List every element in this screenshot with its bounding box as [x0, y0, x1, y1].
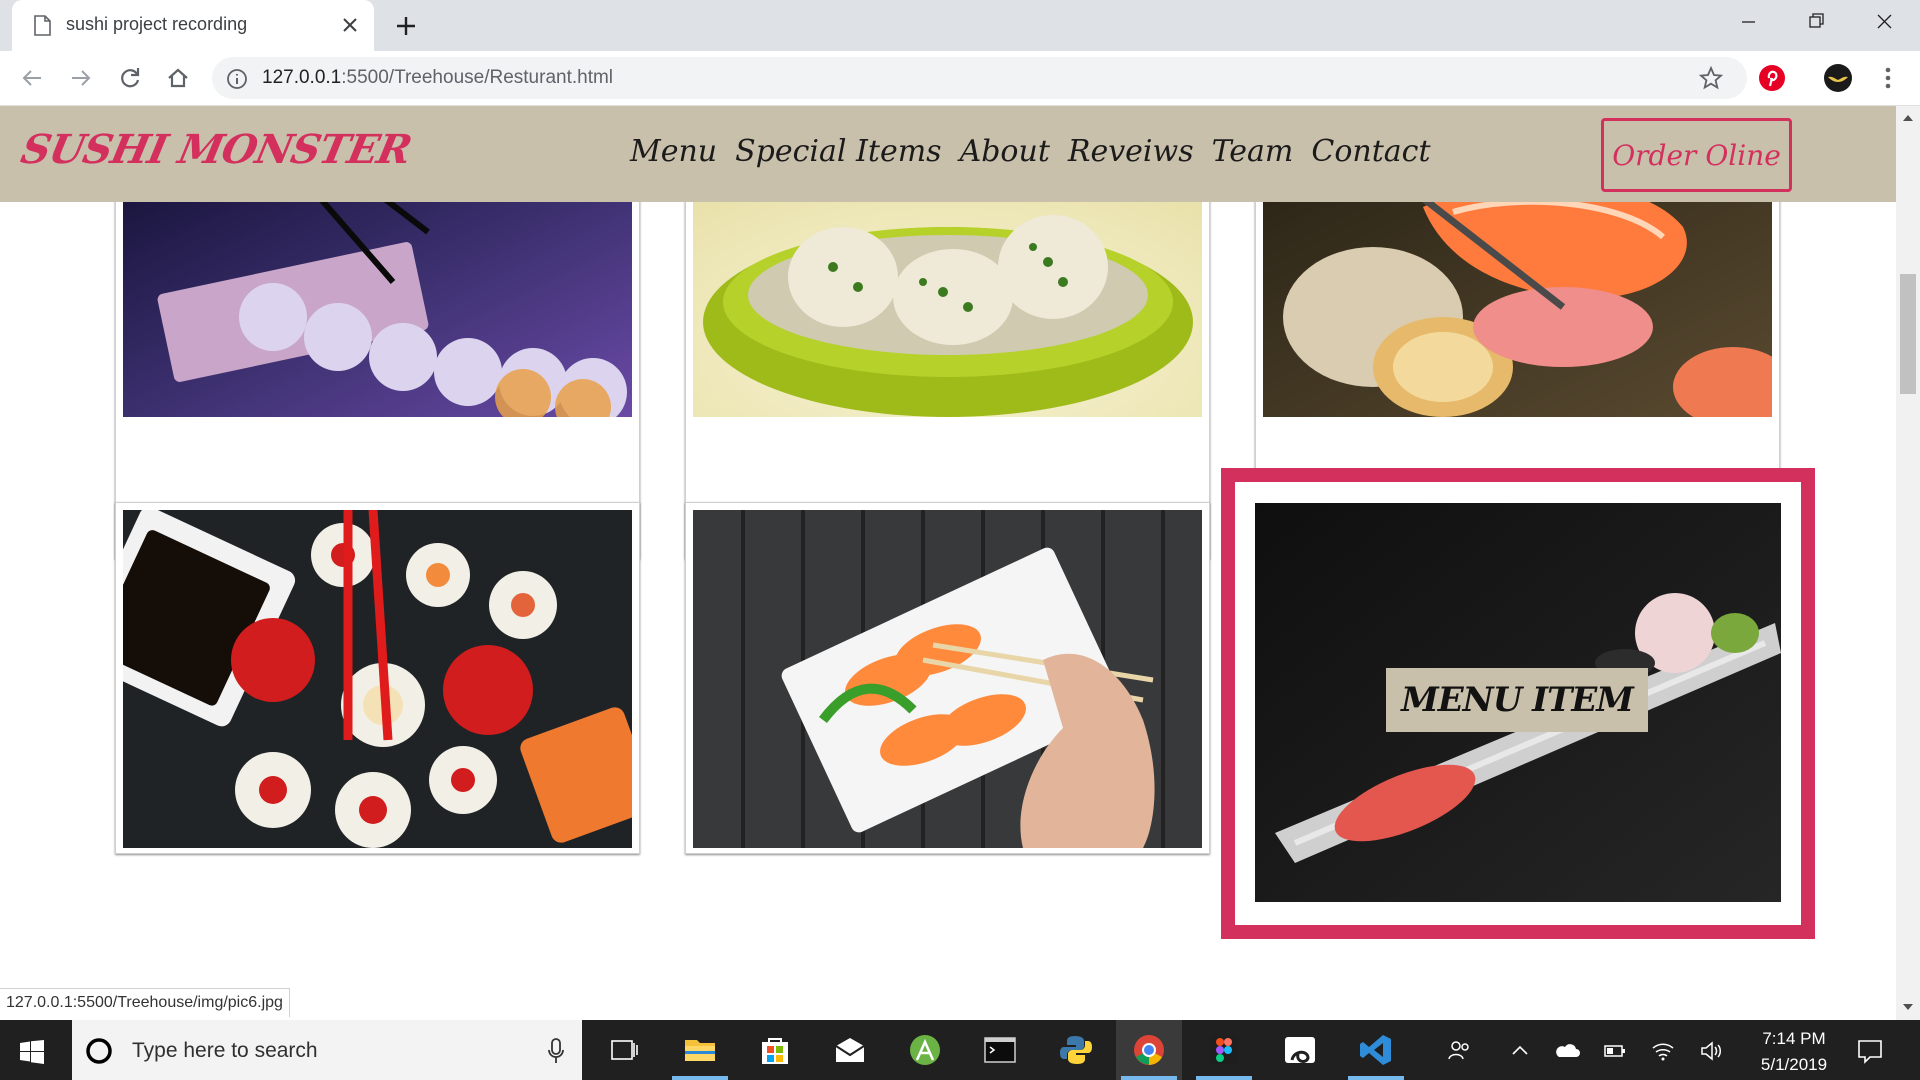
sushi-plate-hand-image — [693, 510, 1202, 848]
pinterest-icon[interactable] — [1758, 64, 1786, 92]
menu-kebab-icon[interactable] — [1876, 64, 1900, 92]
info-icon[interactable] — [226, 68, 248, 90]
site-nav: Menu Special Items About Reveiws Team Co… — [630, 134, 1431, 169]
menu-image-card[interactable] — [685, 166, 1210, 559]
taskbar-clock[interactable]: 7:14 PM 5/1/2019 — [1744, 1026, 1844, 1078]
menu-image-card[interactable] — [115, 502, 640, 854]
site-logo[interactable]: SUSHI MONSTER — [17, 126, 415, 173]
task-view-icon[interactable] — [606, 1032, 642, 1068]
scroll-thumb[interactable] — [1900, 274, 1916, 394]
page-scrollbar[interactable] — [1896, 106, 1920, 1020]
minimize-icon[interactable] — [1728, 6, 1768, 38]
plus-icon[interactable] — [392, 12, 420, 40]
window-close-icon[interactable] — [1864, 6, 1904, 38]
sushi-rolls-image — [123, 167, 632, 417]
app-icon[interactable] — [1282, 1032, 1318, 1068]
site-header: SUSHI MONSTER Menu Special Items About R… — [0, 106, 1896, 202]
close-icon[interactable] — [338, 13, 362, 37]
microphone-icon[interactable] — [546, 1038, 566, 1064]
star-icon[interactable] — [1698, 65, 1724, 91]
battery-icon[interactable] — [1602, 1038, 1628, 1064]
tab-title: sushi project recording — [66, 14, 248, 34]
menu-item-label: MENU ITEM — [1386, 668, 1648, 732]
terminal-icon[interactable] — [982, 1032, 1018, 1068]
nav-menu[interactable]: Menu — [630, 134, 717, 169]
page-viewport: MENU ITEM SUSHI MONSTER Menu Special Ite… — [0, 106, 1896, 1020]
people-icon[interactable] — [1446, 1038, 1472, 1064]
clock-time: 7:14 PM — [1762, 1029, 1826, 1048]
url-text[interactable]: 127.0.0.1:5500/Treehouse/Resturant.html — [262, 67, 613, 89]
python-icon[interactable] — [1058, 1032, 1094, 1068]
android-studio-icon[interactable] — [907, 1032, 943, 1068]
nav-reviews[interactable]: Reveiws — [1068, 134, 1194, 169]
url-host: 127.0.0.1 — [262, 67, 342, 88]
nav-about[interactable]: About — [960, 134, 1050, 169]
browser-tab[interactable]: sushi project recording — [12, 0, 374, 51]
volume-icon[interactable] — [1698, 1038, 1724, 1064]
sushi-rolls-chopsticks-image — [123, 510, 632, 848]
menu-image-card[interactable] — [685, 502, 1210, 854]
clock-date: 5/1/2019 — [1760, 1055, 1828, 1074]
menu-image-card[interactable] — [115, 166, 640, 559]
figma-icon[interactable] — [1206, 1032, 1242, 1068]
running-indicator — [1196, 1076, 1252, 1080]
sushi-bowl-image — [693, 167, 1202, 417]
windows-start-icon[interactable] — [20, 1040, 44, 1064]
chevron-up-icon[interactable] — [1507, 1038, 1533, 1064]
wifi-icon[interactable] — [1650, 1038, 1676, 1064]
vscode-icon[interactable] — [1358, 1032, 1394, 1068]
notification-icon[interactable] — [1856, 1037, 1884, 1065]
running-indicator — [672, 1076, 728, 1080]
taskbar-search-placeholder: Type here to search — [132, 1039, 318, 1062]
nav-special-items[interactable]: Special Items — [735, 134, 941, 169]
file-explorer-icon[interactable] — [682, 1032, 718, 1068]
nav-contact[interactable]: Contact — [1311, 134, 1430, 169]
running-indicator — [1121, 1076, 1177, 1080]
store-icon[interactable] — [757, 1032, 793, 1068]
status-bar-url: 127.0.0.1:5500/Treehouse/img/pic6.jpg — [0, 988, 290, 1017]
nav-team[interactable]: Team — [1212, 134, 1294, 169]
scroll-up-icon[interactable] — [1901, 113, 1915, 123]
back-icon[interactable] — [17, 63, 47, 93]
mail-icon[interactable] — [832, 1032, 868, 1068]
running-indicator — [1348, 1076, 1404, 1080]
home-icon[interactable] — [163, 63, 193, 93]
onedrive-icon[interactable] — [1554, 1038, 1580, 1064]
salmon-nigiri-image — [1263, 167, 1772, 417]
chrome-icon[interactable] — [1131, 1032, 1167, 1068]
restore-icon[interactable] — [1796, 6, 1836, 38]
forward-icon[interactable] — [66, 63, 96, 93]
reload-icon[interactable] — [115, 63, 145, 93]
url-path: :5500/Treehouse/Resturant.html — [341, 67, 614, 88]
order-online-button[interactable]: Order Oline — [1601, 118, 1792, 192]
cortana-icon[interactable] — [84, 1036, 114, 1066]
extension-icon[interactable] — [1823, 63, 1853, 93]
scroll-down-icon[interactable] — [1901, 1002, 1915, 1012]
document-icon — [34, 15, 51, 36]
